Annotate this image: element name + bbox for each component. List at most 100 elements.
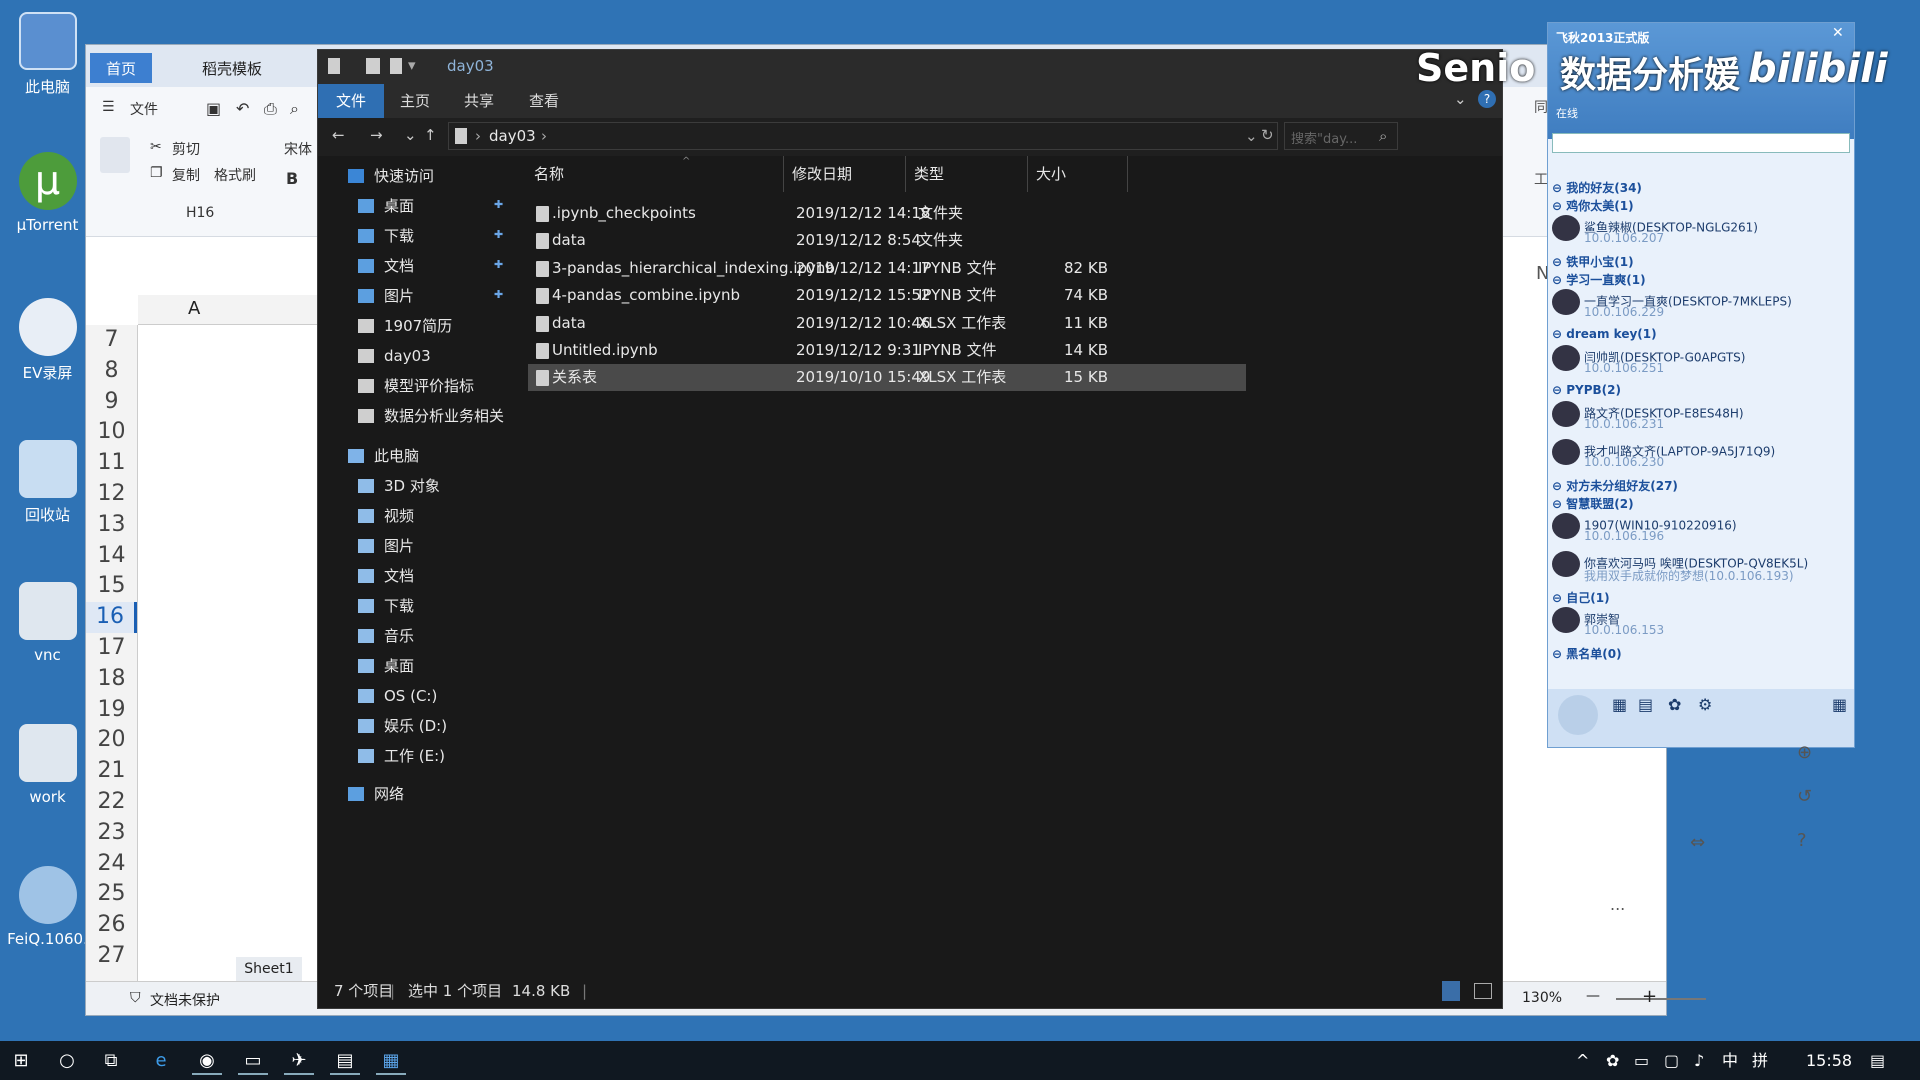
clock[interactable]: 15:58 (1806, 1041, 1852, 1080)
row-number[interactable]: 27 (86, 941, 137, 972)
row-number[interactable]: 26 (86, 910, 137, 941)
tab-home[interactable]: 主页 (382, 84, 448, 118)
grid-icon[interactable]: ▦ (1832, 695, 1847, 714)
nav-item-pc-3[interactable]: 文档 (358, 562, 414, 590)
collapse-icon[interactable]: ⊖ (1552, 591, 1566, 605)
explorer-taskbar-icon[interactable]: ▤ (330, 1047, 360, 1075)
paste-icon[interactable] (100, 137, 130, 173)
thumbnail-view-icon[interactable] (1474, 983, 1492, 999)
ime-language[interactable]: 中 (1722, 1041, 1738, 1080)
undo-icon[interactable]: ↶ (236, 99, 249, 118)
file-row[interactable]: data 2019/12/12 10:46 XLSX 工作表 11 KB (528, 310, 1246, 337)
network-icon[interactable]: ▢ (1664, 1041, 1679, 1080)
row-number[interactable]: 7 (86, 325, 137, 356)
collapse-icon[interactable]: ⊖ (1552, 181, 1566, 195)
nav-item-pc-1[interactable]: 视频 (358, 502, 414, 530)
nav-item-pc-2[interactable]: 图片 (358, 532, 414, 560)
nav-item-pc-4[interactable]: 下载 (358, 592, 414, 620)
breadcrumb[interactable]: day03 (489, 127, 536, 145)
settings-icon[interactable]: ⚙ (1698, 695, 1712, 714)
users-icon[interactable]: ✿ (1668, 695, 1681, 714)
file-row[interactable]: Untitled.ipynb 2019/12/12 9:31 IPYNB 文件 14 … (528, 337, 1246, 364)
row-number[interactable]: 15 (86, 571, 137, 602)
search-box[interactable]: 搜索"day... ⌕ (1284, 122, 1398, 150)
tray-app-icon[interactable]: ✿ (1606, 1041, 1619, 1080)
pin-icon[interactable]: ✚ (494, 198, 503, 211)
row-number[interactable]: 17 (86, 633, 137, 664)
bold-button[interactable]: B (286, 169, 298, 188)
nav-item-quick-0[interactable]: 桌面 (358, 192, 414, 220)
image-icon[interactable]: ▤ (1638, 695, 1653, 714)
feiq-taskbar-icon[interactable]: ✈ (284, 1047, 314, 1075)
nav-quick-access[interactable]: 快速访问 (348, 162, 434, 190)
collapse-icon[interactable]: ⊖ (1552, 199, 1566, 213)
properties-icon[interactable] (366, 58, 380, 74)
ime-mode[interactable]: 拼 (1752, 1041, 1768, 1080)
zoom-in-button[interactable]: + (1642, 986, 1657, 1007)
tools-icon[interactable]: ▦ (1612, 695, 1627, 714)
nav-item-pc-8[interactable]: 娱乐 (D:) (358, 712, 447, 740)
collapse-icon[interactable]: ⊖ (1552, 383, 1566, 397)
volume-icon[interactable]: ♪ (1694, 1041, 1704, 1080)
pin-icon[interactable]: ✚ (494, 258, 503, 271)
resize-icon[interactable]: ⇔ (1690, 832, 1705, 853)
spreadsheet-taskbar-icon[interactable]: ▦ (376, 1047, 406, 1075)
tab-home[interactable]: 首页 (90, 53, 153, 83)
history-icon[interactable]: ↺ (1797, 786, 1812, 807)
contact-group[interactable]: ⊖ 黑名单(0) (1552, 645, 1622, 662)
search-icon[interactable]: ⌕ (1379, 127, 1387, 145)
row-number[interactable]: 18 (86, 664, 137, 695)
edge-icon[interactable]: e (146, 1047, 176, 1075)
desktop-icon-work[interactable]: work (0, 724, 95, 806)
desktop-icon-vnc[interactable]: vnc (0, 582, 95, 664)
notification-icon[interactable]: ▤ (1870, 1041, 1885, 1080)
column-a[interactable]: A (188, 298, 200, 319)
nav-item-quick-7[interactable]: 数据分析业务相关 (358, 402, 504, 430)
contact-group[interactable]: ⊖ 铁甲小宝(1) (1552, 253, 1634, 270)
cell-reference[interactable]: H16 (186, 205, 214, 221)
nav-item-pc-9[interactable]: 工作 (E:) (358, 742, 445, 770)
column-name[interactable]: 名称 (528, 156, 784, 192)
pin-icon[interactable]: ✚ (494, 228, 503, 241)
file-row[interactable]: data 2019/12/12 8:54 文件夹 (528, 227, 1246, 254)
sheet-tab[interactable]: Sheet1 (236, 957, 302, 981)
font-select[interactable]: 宋体 (284, 139, 312, 159)
back-arrow-icon[interactable]: ← (332, 126, 345, 144)
collapse-icon[interactable]: ⊖ (1552, 273, 1566, 287)
desktop-icon-this-pc[interactable]: 此电脑 (0, 12, 95, 97)
column-type[interactable]: 类型 (906, 156, 1028, 192)
row-number[interactable]: 13 (86, 510, 137, 541)
file-row[interactable]: 3-pandas_hierarchical_indexing.ipynb 2019… (528, 255, 1246, 282)
tab-templates[interactable]: 稻壳模板 (186, 53, 278, 83)
nav-item-pc-0[interactable]: 3D 对象 (358, 472, 440, 500)
row-number[interactable]: 21 (86, 756, 137, 787)
tab-file[interactable]: 文件 (318, 84, 385, 118)
more-icon[interactable]: ... (1610, 895, 1625, 914)
recent-chevron-icon[interactable]: ⌄ (404, 126, 417, 144)
nav-item-quick-5[interactable]: day03 (358, 342, 431, 370)
row-number[interactable]: 14 (86, 541, 137, 572)
preview-icon[interactable]: ⌕ (290, 99, 299, 119)
refresh-icon[interactable]: ↻ (1261, 126, 1274, 144)
details-view-icon[interactable] (1442, 981, 1460, 1001)
tray-chevron-icon[interactable]: ^ (1576, 1041, 1589, 1080)
search-icon[interactable]: ○ (52, 1047, 82, 1075)
contact-group[interactable]: ⊖ 智慧联盟(2) (1552, 495, 1634, 512)
zoom-slider[interactable] (1616, 998, 1706, 1000)
row-number[interactable]: 9 (86, 387, 137, 418)
column-size[interactable]: 大小 (1028, 156, 1128, 192)
desktop-icon-evrecorder[interactable]: EV录屏 (0, 298, 95, 383)
row-number[interactable]: 22 (86, 787, 137, 818)
nav-item-pc-6[interactable]: 桌面 (358, 652, 414, 680)
row-number[interactable]: 19 (86, 695, 137, 726)
collapse-icon[interactable]: ⊖ (1552, 497, 1566, 511)
contact-group[interactable]: ⊖ 我的好友(34) (1552, 179, 1642, 196)
collapse-icon[interactable]: ⊖ (1552, 327, 1566, 341)
task-view-icon[interactable]: ⧉ (96, 1047, 126, 1075)
row-number[interactable]: 16 (86, 602, 137, 633)
collapse-icon[interactable]: ⊖ (1552, 255, 1566, 269)
chevron-down-icon[interactable]: ▾ (408, 56, 416, 74)
nav-item-quick-4[interactable]: 1907简历 (358, 312, 452, 340)
nav-item-quick-6[interactable]: 模型评价指标 (358, 372, 474, 400)
contact-group[interactable]: ⊖ 自己(1) (1552, 589, 1610, 606)
